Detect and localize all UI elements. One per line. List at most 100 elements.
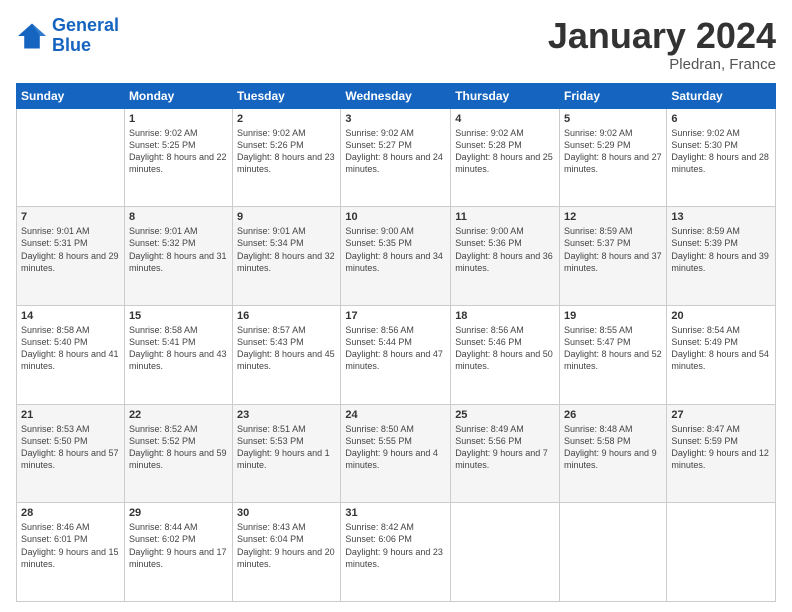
calendar-cell: [17, 108, 125, 207]
col-saturday: Saturday: [667, 83, 776, 108]
day-number: 30: [237, 507, 336, 519]
day-number: 8: [129, 211, 228, 223]
day-number: 18: [455, 310, 555, 322]
calendar-week-3: 21 Sunrise: 8:53 AMSunset: 5:50 PMDayligh…: [17, 404, 776, 503]
day-detail: Sunrise: 8:50 AMSunset: 5:55 PMDaylight:…: [345, 423, 446, 472]
calendar-week-4: 28 Sunrise: 8:46 AMSunset: 6:01 PMDayligh…: [17, 503, 776, 602]
day-detail: Sunrise: 9:02 AMSunset: 5:25 PMDaylight:…: [129, 127, 228, 176]
location: Pledran, France: [548, 56, 776, 73]
day-number: 31: [345, 507, 446, 519]
day-detail: Sunrise: 8:51 AMSunset: 5:53 PMDaylight:…: [237, 423, 336, 472]
calendar-cell: 2 Sunrise: 9:02 AMSunset: 5:26 PMDaylight…: [233, 108, 341, 207]
col-wednesday: Wednesday: [341, 83, 451, 108]
day-number: 2: [237, 113, 336, 125]
day-detail: Sunrise: 8:46 AMSunset: 6:01 PMDaylight:…: [21, 521, 120, 570]
calendar-cell: 12 Sunrise: 8:59 AMSunset: 5:37 PMDayligh…: [560, 207, 667, 306]
day-number: 5: [564, 113, 662, 125]
col-thursday: Thursday: [451, 83, 560, 108]
calendar-cell: 5 Sunrise: 9:02 AMSunset: 5:29 PMDaylight…: [560, 108, 667, 207]
calendar-cell: 25 Sunrise: 8:49 AMSunset: 5:56 PMDayligh…: [451, 404, 560, 503]
day-number: 21: [21, 409, 120, 421]
calendar-cell: 7 Sunrise: 9:01 AMSunset: 5:31 PMDaylight…: [17, 207, 125, 306]
header: General Blue January 2024 Pledran, Franc…: [16, 16, 776, 73]
calendar-cell: 22 Sunrise: 8:52 AMSunset: 5:52 PMDayligh…: [124, 404, 232, 503]
title-block: January 2024 Pledran, France: [548, 16, 776, 73]
calendar-cell: 13Sunrise: 8:59 AMSunset: 5:39 PMDayligh…: [667, 207, 776, 306]
day-number: 25: [455, 409, 555, 421]
calendar-cell: 8 Sunrise: 9:01 AMSunset: 5:32 PMDaylight…: [124, 207, 232, 306]
day-number: 6: [671, 113, 771, 125]
day-detail: Sunrise: 8:53 AMSunset: 5:50 PMDaylight:…: [21, 423, 120, 472]
day-number: 17: [345, 310, 446, 322]
day-detail: Sunrise: 9:02 AMSunset: 5:28 PMDaylight:…: [455, 127, 555, 176]
day-detail: Sunrise: 9:02 AMSunset: 5:27 PMDaylight:…: [345, 127, 446, 176]
day-number: 22: [129, 409, 228, 421]
calendar-cell: 15Sunrise: 8:58 AMSunset: 5:41 PMDayligh…: [124, 305, 232, 404]
logo-icon: [16, 22, 48, 50]
calendar-cell: [560, 503, 667, 602]
day-detail: Sunrise: 9:01 AMSunset: 5:32 PMDaylight:…: [129, 225, 228, 274]
day-detail: Sunrise: 8:49 AMSunset: 5:56 PMDaylight:…: [455, 423, 555, 472]
day-detail: Sunrise: 9:01 AMSunset: 5:34 PMDaylight:…: [237, 225, 336, 274]
calendar-table: Sunday Monday Tuesday Wednesday Thursday…: [16, 83, 776, 602]
calendar-cell: 19Sunrise: 8:55 AMSunset: 5:47 PMDayligh…: [560, 305, 667, 404]
calendar-cell: 30 Sunrise: 8:43 AMSunset: 6:04 PMDayligh…: [233, 503, 341, 602]
day-detail: Sunrise: 9:01 AMSunset: 5:31 PMDaylight:…: [21, 225, 120, 274]
day-detail: Sunrise: 8:58 AMSunset: 5:40 PMDaylight:…: [21, 324, 120, 373]
day-number: 7: [21, 211, 120, 223]
day-detail: Sunrise: 8:48 AMSunset: 5:58 PMDaylight:…: [564, 423, 662, 472]
day-detail: Sunrise: 8:57 AMSunset: 5:43 PMDaylight:…: [237, 324, 336, 373]
day-number: 20: [671, 310, 771, 322]
day-number: 27: [671, 409, 771, 421]
calendar-cell: 18 Sunrise: 8:56 AMSunset: 5:46 PMDayligh…: [451, 305, 560, 404]
day-number: 23: [237, 409, 336, 421]
day-detail: Sunrise: 9:02 AMSunset: 5:30 PMDaylight:…: [671, 127, 771, 176]
day-detail: Sunrise: 8:56 AMSunset: 5:46 PMDaylight:…: [455, 324, 555, 373]
calendar-cell: 26Sunrise: 8:48 AMSunset: 5:58 PMDayligh…: [560, 404, 667, 503]
calendar-cell: 20 Sunrise: 8:54 AMSunset: 5:49 PMDayligh…: [667, 305, 776, 404]
page-container: General Blue January 2024 Pledran, Franc…: [0, 0, 792, 612]
header-row: Sunday Monday Tuesday Wednesday Thursday…: [17, 83, 776, 108]
calendar-cell: 10Sunrise: 9:00 AMSunset: 5:35 PMDayligh…: [341, 207, 451, 306]
day-detail: Sunrise: 9:02 AMSunset: 5:29 PMDaylight:…: [564, 127, 662, 176]
day-detail: Sunrise: 9:00 AMSunset: 5:36 PMDaylight:…: [455, 225, 555, 274]
calendar-cell: 31 Sunrise: 8:42 AMSunset: 6:06 PMDayligh…: [341, 503, 451, 602]
day-detail: Sunrise: 8:52 AMSunset: 5:52 PMDaylight:…: [129, 423, 228, 472]
calendar-week-0: 1 Sunrise: 9:02 AMSunset: 5:25 PMDaylight…: [17, 108, 776, 207]
col-tuesday: Tuesday: [233, 83, 341, 108]
day-number: 28: [21, 507, 120, 519]
day-number: 12: [564, 211, 662, 223]
calendar-cell: 3 Sunrise: 9:02 AMSunset: 5:27 PMDaylight…: [341, 108, 451, 207]
col-friday: Friday: [560, 83, 667, 108]
day-number: 15: [129, 310, 228, 322]
day-number: 16: [237, 310, 336, 322]
calendar-cell: 16 Sunrise: 8:57 AMSunset: 5:43 PMDayligh…: [233, 305, 341, 404]
day-number: 11: [455, 211, 555, 223]
month-title: January 2024: [548, 16, 776, 56]
day-detail: Sunrise: 8:56 AMSunset: 5:44 PMDaylight:…: [345, 324, 446, 373]
calendar-cell: 27Sunrise: 8:47 AMSunset: 5:59 PMDayligh…: [667, 404, 776, 503]
calendar-cell: 9Sunrise: 9:01 AMSunset: 5:34 PMDaylight…: [233, 207, 341, 306]
calendar-cell: 17 Sunrise: 8:56 AMSunset: 5:44 PMDayligh…: [341, 305, 451, 404]
calendar-cell: 1 Sunrise: 9:02 AMSunset: 5:25 PMDaylight…: [124, 108, 232, 207]
day-detail: Sunrise: 9:02 AMSunset: 5:26 PMDaylight:…: [237, 127, 336, 176]
calendar-cell: [451, 503, 560, 602]
day-detail: Sunrise: 8:43 AMSunset: 6:04 PMDaylight:…: [237, 521, 336, 570]
day-number: 19: [564, 310, 662, 322]
day-number: 1: [129, 113, 228, 125]
day-detail: Sunrise: 8:42 AMSunset: 6:06 PMDaylight:…: [345, 521, 446, 570]
day-detail: Sunrise: 8:59 AMSunset: 5:37 PMDaylight:…: [564, 225, 662, 274]
calendar-cell: 6 Sunrise: 9:02 AMSunset: 5:30 PMDaylight…: [667, 108, 776, 207]
calendar-cell: 21 Sunrise: 8:53 AMSunset: 5:50 PMDayligh…: [17, 404, 125, 503]
logo-text: General Blue: [52, 16, 119, 56]
day-detail: Sunrise: 8:44 AMSunset: 6:02 PMDaylight:…: [129, 521, 228, 570]
day-detail: Sunrise: 8:54 AMSunset: 5:49 PMDaylight:…: [671, 324, 771, 373]
col-sunday: Sunday: [17, 83, 125, 108]
calendar-cell: [667, 503, 776, 602]
day-number: 13: [671, 211, 771, 223]
logo: General Blue: [16, 16, 119, 56]
calendar-cell: 4Sunrise: 9:02 AMSunset: 5:28 PMDaylight…: [451, 108, 560, 207]
calendar-cell: 28 Sunrise: 8:46 AMSunset: 6:01 PMDayligh…: [17, 503, 125, 602]
day-number: 29: [129, 507, 228, 519]
day-number: 3: [345, 113, 446, 125]
